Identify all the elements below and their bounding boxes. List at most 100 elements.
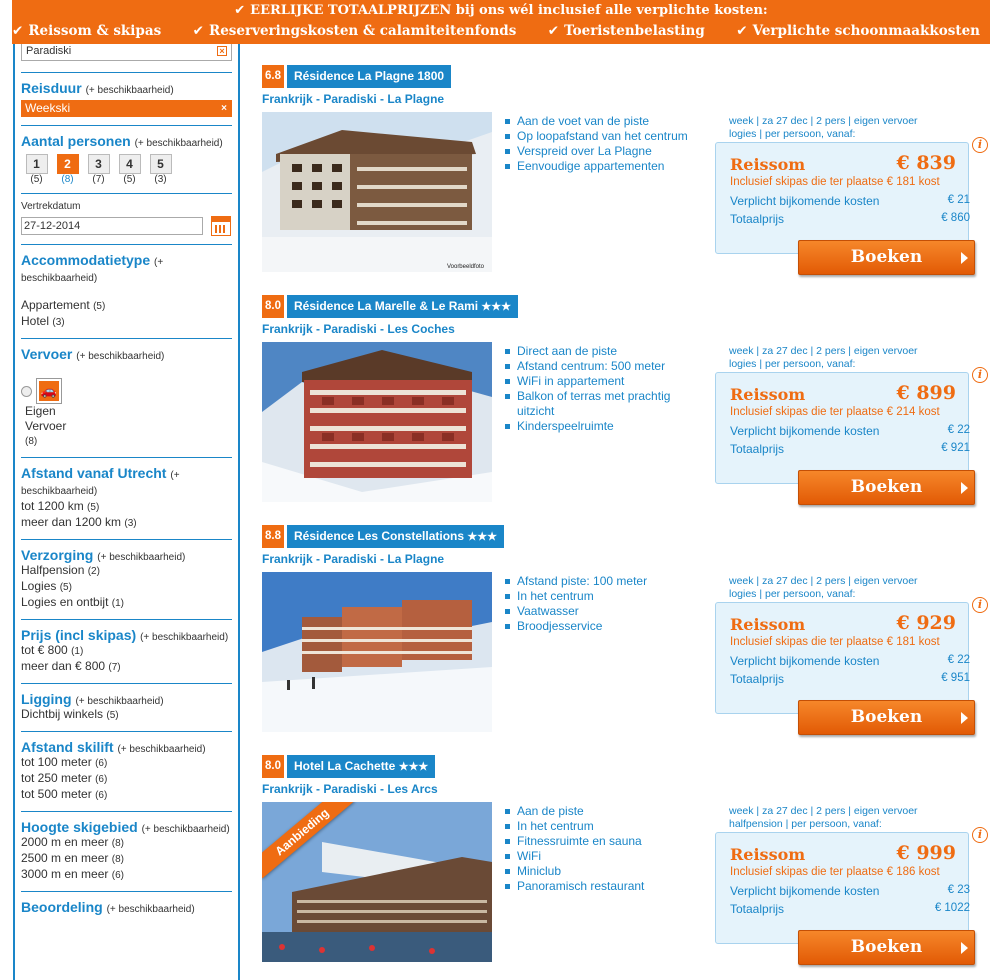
- accommodation-name-link[interactable]: Résidence La Marelle & Le Rami ★★★: [287, 295, 519, 318]
- accommodation-name-link[interactable]: Hotel La Cachette ★★★: [287, 755, 436, 778]
- filter-board: Verzorging (+ beschikbaarheid) Halfpensi…: [21, 539, 232, 619]
- total-price-row: Totaalprijs € 1022: [730, 902, 970, 916]
- total-price-row: Totaalprijs € 951: [730, 672, 970, 686]
- feature-item: WiFi: [505, 849, 700, 864]
- filter-option[interactable]: 3000 m en meer (6): [21, 867, 232, 883]
- filter-option[interactable]: meer dan 1200 km (3): [21, 515, 232, 531]
- trip-details: week | za 27 dec | 2 pers | eigen vervoe…: [729, 805, 918, 830]
- feature-item: WiFi in appartement: [505, 374, 700, 389]
- feature-item: Verspreid over La Plagne: [505, 144, 700, 159]
- total-price-row: Totaalprijs € 921: [730, 442, 970, 456]
- feature-item: In het centrum: [505, 589, 700, 604]
- departure-date-input[interactable]: 27-12-2014: [21, 217, 203, 235]
- filter-transport: Vervoer (+ beschikbaarheid) 🚗 Eigen Vervo…: [21, 338, 232, 457]
- arrow-right-icon: [961, 252, 968, 264]
- book-button[interactable]: Boeken: [798, 470, 975, 505]
- trip-price: € 839: [896, 152, 957, 174]
- filter-altitude: Hoogte skigebied (+ beschikbaarheid) 200…: [21, 811, 232, 891]
- banner-item: ✔ Reissom & skipas: [12, 23, 162, 39]
- trip-details: week | za 27 dec | 2 pers | eigen vervoe…: [729, 115, 918, 140]
- filter-option[interactable]: Logies (5): [21, 579, 232, 595]
- accommodation-photo[interactable]: [262, 342, 492, 502]
- location-link[interactable]: Frankrijk - Paradiski - Les Coches: [262, 322, 994, 336]
- date-label: Vertrekdatum: [21, 201, 81, 212]
- info-icon[interactable]: i: [972, 827, 988, 843]
- extra-costs-row: Verplicht bijkomende kosten € 22: [730, 424, 970, 438]
- accommodation-name-link[interactable]: Résidence Les Constellations ★★★: [287, 525, 504, 548]
- destination-filter-field[interactable]: Paradiski ×: [21, 44, 232, 61]
- feature-item: Miniclub: [505, 864, 700, 879]
- feature-item: Broodjesservice: [505, 619, 700, 634]
- selected-duration-chip[interactable]: Weekski ×: [21, 100, 232, 117]
- filter-option[interactable]: 2500 m en meer (8): [21, 851, 232, 867]
- location-link[interactable]: Frankrijk - Paradiski - Les Arcs: [262, 782, 994, 796]
- persons-option[interactable]: 5 (3): [145, 154, 176, 185]
- filter-option[interactable]: Hotel (3): [21, 314, 232, 330]
- banner-item: ✔ Reserveringskosten & calamiteitenfonds: [192, 23, 517, 39]
- info-icon[interactable]: i: [972, 137, 988, 153]
- feature-item: Eenvoudige appartementen: [505, 159, 700, 174]
- filter-option[interactable]: tot 1200 km (5): [21, 499, 232, 515]
- book-button[interactable]: Boeken: [798, 700, 975, 735]
- filter-persons: Aantal personen (+ beschikbaarheid) 1 (5)…: [21, 125, 232, 193]
- transport-label[interactable]: Eigen Vervoer (8): [25, 404, 232, 449]
- feature-item: Fitnessruimte en sauna: [505, 834, 700, 849]
- accommodation-photo[interactable]: [262, 572, 492, 732]
- feature-item: Vaatwasser: [505, 604, 700, 619]
- calendar-icon[interactable]: [211, 216, 231, 236]
- persons-option[interactable]: 3 (7): [83, 154, 114, 185]
- filter-option[interactable]: Logies en ontbijt (1): [21, 595, 232, 611]
- info-icon[interactable]: i: [972, 367, 988, 383]
- filter-distance: Afstand vanaf Utrecht (+ beschikbaarheid…: [21, 457, 232, 539]
- filter-title: Verzorging: [21, 547, 94, 563]
- feature-list: Aan de piste In het centrum Fitnessruimt…: [505, 804, 700, 894]
- trip-price: € 929: [896, 612, 957, 634]
- filter-option[interactable]: tot 500 meter (6): [21, 787, 232, 803]
- extra-costs-row: Verplicht bijkomende kosten € 21: [730, 194, 970, 208]
- filter-option[interactable]: tot € 800 (1): [21, 643, 232, 659]
- filter-option[interactable]: Appartement (5): [21, 298, 232, 314]
- transport-radio[interactable]: [21, 385, 32, 397]
- accommodation-name-link[interactable]: Résidence La Plagne 1800: [287, 65, 452, 88]
- price-panel: Reissom € 899 Inclusief skipas die ter pl…: [715, 372, 970, 484]
- filter-title: Beoordeling: [21, 899, 103, 915]
- banner-item: ✔ Toeristenbelasting: [547, 23, 705, 39]
- listing-card: 8.0 Résidence La Marelle & Le Rami ★★★ F…: [262, 295, 994, 517]
- accommodation-photo[interactable]: Aanbieding: [262, 802, 492, 962]
- filter-duration: Reisduur (+ beschikbaarheid) Weekski ×: [21, 72, 232, 125]
- top-banner: ✔ EERLIJKE TOTAALPRIJZEN bij ons wél incl…: [12, 0, 990, 44]
- book-button[interactable]: Boeken: [798, 240, 975, 275]
- star-rating-icon: ★★★: [467, 531, 497, 543]
- price-panel: Reissom € 999 Inclusief skipas die ter pl…: [715, 832, 970, 944]
- persons-selector: 1 (5) 2 (8) 3 (7) 4 (5) 5 (3): [21, 154, 232, 185]
- persons-option-selected[interactable]: 2 (8): [52, 154, 83, 185]
- filter-option[interactable]: 2000 m en meer (8): [21, 835, 232, 851]
- rating-score: 8.8: [262, 525, 284, 548]
- listing-card: 8.0 Hotel La Cachette ★★★ Frankrijk - Pa…: [262, 755, 994, 977]
- filter-accommodation: Accommodatietype (+ beschikbaarheid) App…: [21, 244, 232, 338]
- filter-option[interactable]: tot 250 meter (6): [21, 771, 232, 787]
- filter-location: Ligging (+ beschikbaarheid) Dichtbij win…: [21, 683, 232, 731]
- feature-item: Aan de voet van de piste: [505, 114, 700, 129]
- filter-option[interactable]: Dichtbij winkels (5): [21, 707, 232, 723]
- remove-destination-icon[interactable]: ×: [217, 46, 227, 56]
- filter-option[interactable]: Halfpension (2): [21, 563, 232, 579]
- filter-option[interactable]: tot 100 meter (6): [21, 755, 232, 771]
- price-panel: Reissom € 839 Inclusief skipas die ter pl…: [715, 142, 970, 254]
- feature-item: Afstand centrum: 500 meter: [505, 359, 700, 374]
- filter-option[interactable]: meer dan € 800 (7): [21, 659, 232, 675]
- feature-list: Aan de voet van de piste Op loopafstand …: [505, 114, 700, 174]
- car-icon[interactable]: 🚗: [36, 378, 62, 404]
- location-link[interactable]: Frankrijk - Paradiski - La Plagne: [262, 552, 994, 566]
- location-link[interactable]: Frankrijk - Paradiski - La Plagne: [262, 92, 994, 106]
- extra-costs-row: Verplicht bijkomende kosten € 23: [730, 884, 970, 898]
- checkmark-icon: ✔: [547, 23, 560, 39]
- feature-item: Direct aan de piste: [505, 344, 700, 359]
- remove-chip-icon[interactable]: ×: [221, 100, 227, 117]
- info-icon[interactable]: i: [972, 597, 988, 613]
- persons-option[interactable]: 1 (5): [21, 154, 52, 185]
- book-button[interactable]: Boeken: [798, 930, 975, 965]
- persons-option[interactable]: 4 (5): [114, 154, 145, 185]
- filter-title: Aantal personen: [21, 133, 131, 149]
- accommodation-photo[interactable]: Voorbeeldfoto: [262, 112, 492, 272]
